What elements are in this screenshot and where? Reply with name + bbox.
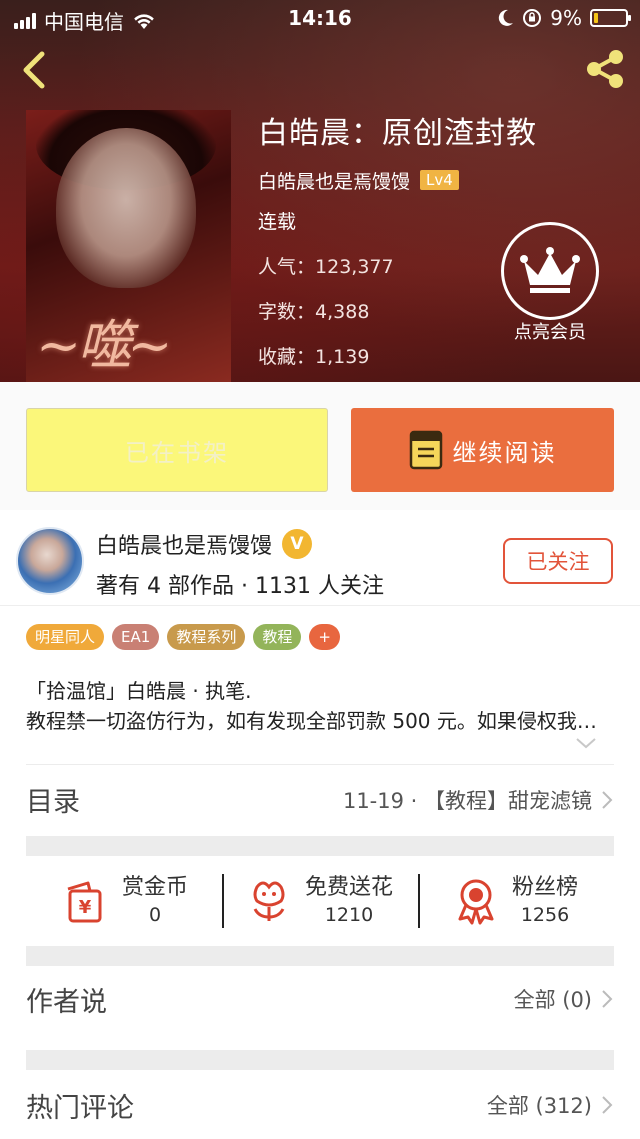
battery-icon: [590, 9, 631, 27]
book-title: 白皓晨：原创渣封教: [258, 116, 537, 151]
author-name[interactable]: 白皓晨也是焉馒馒: [96, 528, 272, 560]
chevron-right-icon: [602, 990, 613, 1008]
book-description[interactable]: 「拾温馆」白皓晨 · 执笔. 教程禁一切盗仿行为，如有发现全部罚款 500 元。…: [26, 676, 616, 736]
popularity-stat: 人气：123,377: [258, 256, 394, 278]
reward-coin-value: 0: [148, 904, 162, 926]
status-bar: 中国电信 14:16 9%: [0, 0, 640, 36]
description-line: 教程禁一切盗仿行为，如有发现全部罚款 500 元。如果侵权我们会删除的，如有抄袭…: [26, 709, 616, 733]
favorites-stat: 收藏：1,139: [258, 346, 370, 368]
tag-item[interactable]: 教程: [253, 624, 302, 650]
book-info: 白皓晨：原创渣封教 白皓晨也是焉馒馒 Lv4 连载 人气：123,377 字数：…: [258, 110, 537, 380]
chevron-right-icon: [602, 790, 613, 809]
send-flower-button[interactable]: 免费送花 1210: [222, 856, 418, 946]
tag-list: 明星同人 EA1 教程系列 教程 +: [26, 624, 340, 650]
follow-button[interactable]: 已关注: [503, 538, 613, 584]
word-count-stat: 字数：4,388: [258, 301, 370, 323]
vip-button[interactable]: 点亮会员: [500, 222, 600, 343]
send-flower-value: 1210: [324, 904, 374, 926]
catalog-row[interactable]: 目录 11-19 · 【教程】甜宠滤镜: [26, 764, 614, 834]
fan-rank-button[interactable]: 粉丝榜 1256: [418, 856, 614, 946]
share-button[interactable]: [582, 46, 628, 92]
share-icon: [587, 50, 623, 88]
author-says-title: 作者说: [26, 986, 107, 1018]
fan-rank-value: 1256: [520, 904, 570, 926]
rewards-bar: ¥ 赏金币 0 免费送花 1210 粉丝榜 1256: [26, 856, 614, 946]
cover-title-art: ~噬~: [36, 314, 172, 377]
back-button[interactable]: [14, 48, 54, 92]
description-line: 「拾温馆」白皓晨 · 执笔.: [26, 679, 252, 703]
reward-coin-button[interactable]: ¥ 赏金币 0: [26, 856, 222, 946]
divider: [26, 1050, 614, 1070]
serial-status: 连载: [258, 211, 297, 233]
tag-item[interactable]: EA1: [112, 624, 160, 650]
hot-comments-row[interactable]: 热门评论 全部 (312): [26, 1070, 614, 1139]
author-card[interactable]: 白皓晨也是焉馒馒 V 著有 4 部作品 · 1131 人关注 已关注: [0, 510, 640, 606]
tag-item[interactable]: 明星同人: [26, 624, 105, 650]
continue-reading-label: 继续阅读: [452, 438, 557, 467]
author-stats: 著有 4 部作品 · 1131 人关注: [96, 574, 384, 599]
tag-item[interactable]: 教程系列: [167, 624, 246, 650]
latest-chapter: 11-19 · 【教程】甜宠滤镜: [342, 788, 592, 813]
hot-comments-title: 热门评论: [26, 1092, 134, 1124]
vip-label: 点亮会员: [514, 322, 586, 343]
divider: [26, 836, 614, 856]
reward-coin-label: 赏金币: [121, 875, 188, 900]
author-says-row[interactable]: 作者说 全部 (0): [26, 964, 614, 1034]
continue-reading-button[interactable]: 继续阅读: [351, 408, 614, 492]
svg-text:¥: ¥: [79, 897, 92, 918]
author-says-link: 全部 (0): [513, 988, 592, 1012]
book-author[interactable]: 白皓晨也是焉馒馒: [258, 167, 410, 194]
chevron-right-icon: [602, 1096, 613, 1114]
reward-coin-icon: ¥: [67, 881, 102, 923]
author-avatar[interactable]: [16, 527, 84, 595]
action-bar: 已在书架 继续阅读: [0, 382, 640, 510]
send-flower-label: 免费送花: [304, 875, 393, 900]
hot-comments-link: 全部 (312): [486, 1094, 592, 1118]
chevron-down-icon[interactable]: [575, 736, 597, 750]
catalog-title: 目录: [26, 787, 80, 818]
fan-rank-label: 粉丝榜: [511, 875, 578, 900]
crown-icon: [520, 247, 580, 293]
book-header: 中国电信 14:16 9% ~噬~ 白皓晨：原创渣封教 白皓晨也是焉馒馒 Lv4…: [0, 0, 640, 382]
divider: [26, 946, 614, 966]
chevron-left-icon: [23, 51, 45, 89]
book-icon: [409, 430, 442, 470]
book-cover[interactable]: ~噬~: [26, 110, 231, 382]
on-shelf-button[interactable]: 已在书架: [26, 408, 328, 492]
medal-icon: [458, 879, 494, 925]
verified-badge-icon: V: [282, 529, 313, 559]
moon-icon: [499, 9, 514, 26]
add-tag-button[interactable]: +: [309, 624, 340, 650]
battery-percent: 9%: [550, 6, 582, 30]
level-badge: Lv4: [420, 170, 459, 190]
rotation-lock-icon: [523, 9, 542, 27]
flower-icon: [253, 881, 285, 921]
